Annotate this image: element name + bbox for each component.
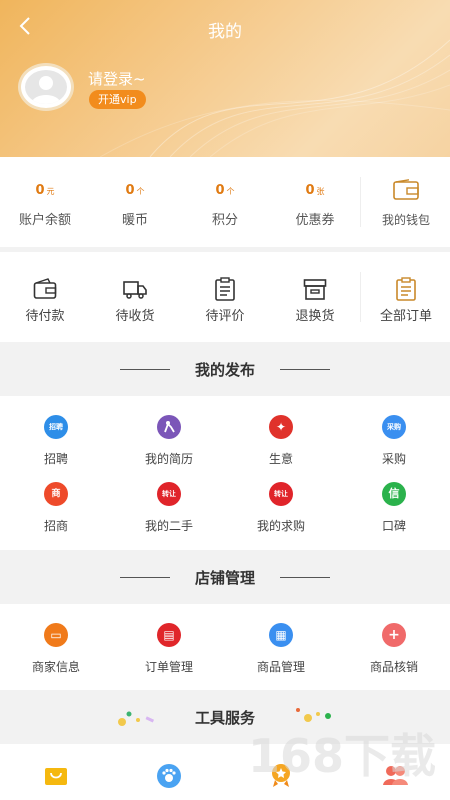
order-label: 全部订单 — [379, 309, 432, 324]
account-stats: 0元 账户余额 0个 暖币 0个 积分 0张 优惠券 我的钱包 — [0, 157, 450, 247]
avatar[interactable] — [18, 63, 74, 111]
order-label: 退换货 — [295, 309, 335, 324]
order-label: 待评价 — [205, 309, 245, 324]
clipboard-icon — [215, 277, 235, 301]
page-title: 我的 — [208, 22, 242, 42]
tool-item-1[interactable] — [0, 744, 112, 800]
order-returns[interactable]: 退换货 — [270, 252, 360, 342]
divider — [280, 577, 330, 578]
order-shortcuts: 待付款 待收货 待评价 退换货 全部订单 — [0, 252, 450, 342]
publish-grid: 招聘 招聘 我的简历 ✦ 生意 采购 采购 商 招商 转让 我的二手 转让 我的… — [0, 396, 450, 550]
publish-item-recruit[interactable]: 招聘 招聘 — [0, 396, 112, 466]
tool-item-2[interactable] — [113, 744, 225, 800]
all-orders-button[interactable]: 全部订单 — [361, 252, 450, 342]
shop-item-product-verify[interactable]: + 商品核销 — [338, 604, 450, 674]
stat-unit: 张 — [316, 187, 325, 196]
stat-unit: 个 — [136, 187, 145, 196]
credit-icon: 信 — [382, 482, 406, 506]
watermark-text: 168下载 — [248, 729, 436, 783]
recruit-icon: 招聘 — [44, 415, 68, 439]
stat-value: 0 — [125, 183, 135, 198]
stat-value: 0 — [305, 183, 315, 198]
stat-warm-coin[interactable]: 0个 暖币 — [90, 157, 180, 247]
publish-item-reputation[interactable]: 信 口碑 — [338, 463, 450, 533]
stat-unit: 个 — [226, 187, 235, 196]
item-label: 我的二手 — [144, 519, 193, 533]
merchant-info-icon: ▭ — [44, 623, 68, 647]
stat-label: 账户余额 — [18, 213, 71, 228]
publish-item-wanted[interactable]: 转让 我的求购 — [225, 463, 337, 533]
stat-unit: 元 — [46, 187, 55, 196]
stat-balance[interactable]: 0元 账户余额 — [0, 157, 90, 247]
section-header-publish: 我的发布 — [0, 342, 450, 396]
site-watermark: 168下载 — [248, 729, 436, 783]
purchase-icon: 采购 — [382, 415, 406, 439]
business-icon: ✦ — [269, 415, 293, 439]
default-avatar-icon — [25, 70, 67, 104]
my-wallet-button[interactable]: 我的钱包 — [362, 157, 450, 247]
stat-label: 暖币 — [121, 213, 148, 228]
wallet-icon — [33, 278, 57, 299]
open-vip-button[interactable]: 开通vip — [89, 90, 146, 109]
order-label: 待收货 — [115, 309, 155, 324]
section-title: 店铺管理 — [194, 569, 255, 587]
item-label: 口碑 — [381, 519, 406, 533]
stat-points[interactable]: 0个 积分 — [180, 157, 270, 247]
truck-icon — [123, 281, 147, 299]
item-label: 商家信息 — [31, 660, 80, 674]
item-label: 我的求购 — [256, 519, 305, 533]
login-link[interactable]: 请登录~ — [88, 68, 146, 89]
order-pending-review[interactable]: 待评价 — [180, 252, 270, 342]
shop-item-order-management[interactable]: ▤ 订单管理 — [113, 604, 225, 674]
box-icon — [303, 279, 327, 300]
order-management-icon: ▤ — [157, 623, 181, 647]
shopping-bag-icon — [45, 768, 67, 785]
shop-item-merchant-info[interactable]: ▭ 商家信息 — [0, 604, 112, 674]
resume-icon — [157, 415, 181, 439]
order-pending-receipt[interactable]: 待收货 — [90, 252, 180, 342]
wallet-label: 我的钱包 — [381, 213, 430, 227]
publish-item-purchase[interactable]: 采购 采购 — [338, 396, 450, 466]
product-verify-icon: + — [382, 623, 406, 647]
profile-header: 我的 请登录~ 开通vip — [0, 0, 450, 157]
publish-item-investment[interactable]: 商 招商 — [0, 463, 112, 533]
publish-item-resume[interactable]: 我的简历 — [113, 396, 225, 466]
stat-value: 0 — [35, 183, 45, 198]
order-pending-payment[interactable]: 待付款 — [0, 252, 90, 342]
item-label: 商品核销 — [369, 660, 418, 674]
footprint-icon — [157, 764, 181, 788]
item-label: 招商 — [43, 519, 68, 533]
shop-grid: ▭ 商家信息 ▤ 订单管理 ▦ 商品管理 + 商品核销 — [0, 604, 450, 690]
divider — [280, 369, 330, 370]
publish-item-business[interactable]: ✦ 生意 — [225, 396, 337, 466]
order-label: 待付款 — [25, 309, 65, 324]
wallet-icon — [393, 179, 419, 200]
shop-item-product-management[interactable]: ▦ 商品管理 — [225, 604, 337, 674]
item-label: 商品管理 — [256, 660, 305, 674]
divider — [360, 177, 361, 227]
stat-label: 积分 — [211, 213, 238, 228]
stat-coupons[interactable]: 0张 优惠券 — [270, 157, 360, 247]
item-label: 订单管理 — [144, 660, 193, 674]
investment-icon: 商 — [44, 482, 68, 506]
section-header-shop: 店铺管理 — [0, 550, 450, 604]
order-list-icon — [396, 277, 416, 301]
transfer-icon: 转让 — [269, 482, 293, 506]
section-title: 我的发布 — [194, 361, 255, 379]
stat-label: 优惠券 — [295, 213, 335, 228]
transfer-icon: 转让 — [157, 482, 181, 506]
stat-value: 0 — [215, 183, 225, 198]
product-management-icon: ▦ — [269, 623, 293, 647]
publish-item-secondhand[interactable]: 转让 我的二手 — [113, 463, 225, 533]
